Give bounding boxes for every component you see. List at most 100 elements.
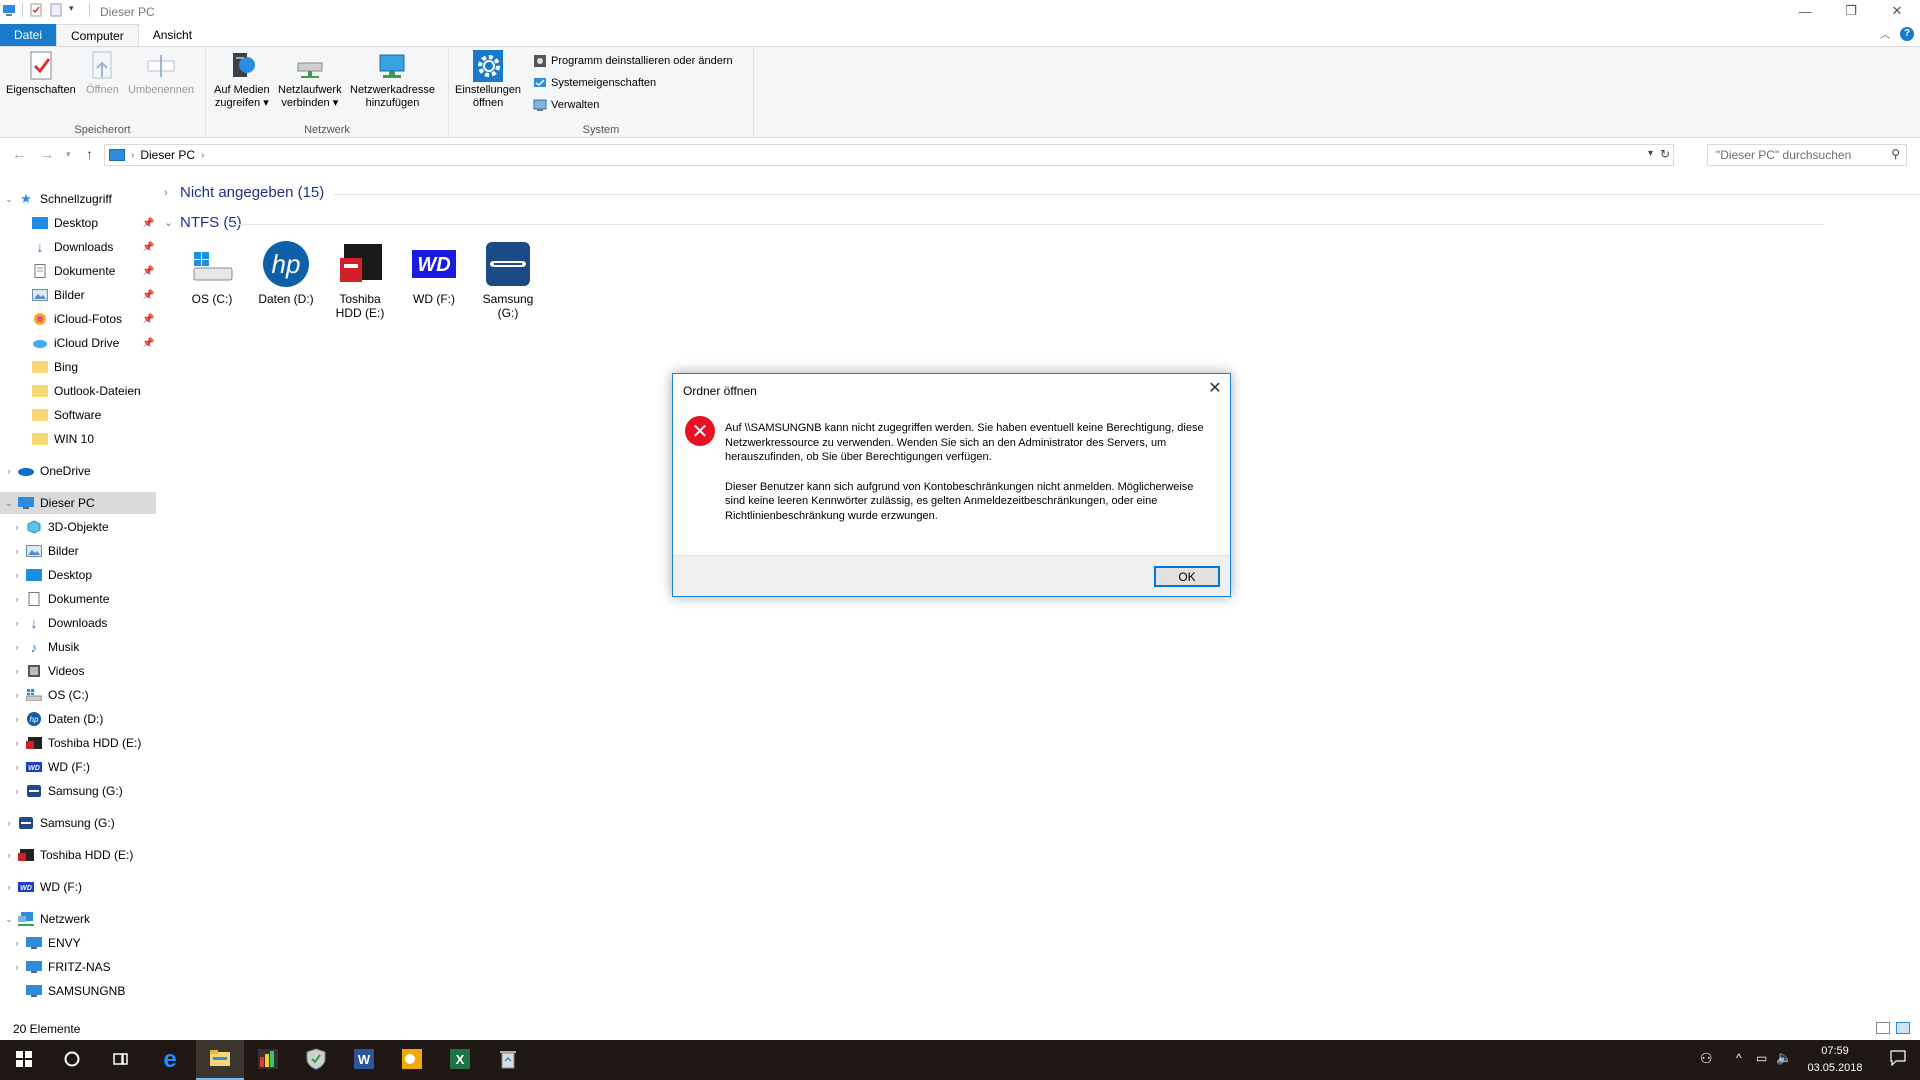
nav-onedrive[interactable]: › OneDrive bbox=[4, 460, 91, 482]
pin-icon[interactable]: 📌 bbox=[142, 338, 154, 349]
search-input[interactable]: "Dieser PC" durchsuchen ⚲ bbox=[1707, 144, 1907, 166]
collapsed-chevron-icon[interactable]: › bbox=[12, 522, 22, 532]
nav-item-fritz-nas[interactable]: › FRITZ-NAS bbox=[12, 956, 111, 978]
nav-this-pc[interactable]: ⌄ Dieser PC bbox=[0, 492, 156, 514]
recycle-bin-button[interactable] bbox=[484, 1040, 532, 1080]
refresh-icon[interactable]: ↻ bbox=[1660, 147, 1670, 161]
tab-file[interactable]: Datei bbox=[0, 24, 57, 46]
collapsed-chevron-icon[interactable]: › bbox=[12, 786, 22, 796]
collapsed-chevron-icon[interactable]: › bbox=[12, 962, 22, 972]
ok-button[interactable]: OK bbox=[1154, 566, 1220, 587]
excel-button[interactable]: X bbox=[436, 1040, 484, 1080]
collapsed-chevron-icon[interactable]: › bbox=[12, 618, 22, 628]
nav-item-outlook-files[interactable]: Outlook-Dateien bbox=[32, 380, 141, 402]
properties-icon[interactable] bbox=[29, 3, 43, 17]
close-icon[interactable]: ✕ bbox=[1200, 374, 1230, 402]
nav-item-samsung-g[interactable]: › Samsung (G:) bbox=[12, 780, 123, 802]
nav-item-os-c[interactable]: › OS (C:) bbox=[12, 684, 89, 706]
address-bar[interactable]: › Dieser PC › ▾ ↻ bbox=[104, 144, 1674, 166]
pin-icon[interactable]: 📌 bbox=[142, 290, 154, 301]
word-button[interactable]: W bbox=[340, 1040, 388, 1080]
collapsed-chevron-icon[interactable]: › bbox=[12, 690, 22, 700]
chevron-up-icon[interactable]: ^ bbox=[1736, 1051, 1742, 1065]
nav-toshiba-e[interactable]: › Toshiba HDD (E:) bbox=[4, 844, 134, 866]
rename-button[interactable]: Umbenennen bbox=[128, 51, 194, 97]
drive-wd-f[interactable]: WD WD (F:) bbox=[402, 240, 466, 306]
group-header-ntfs[interactable]: ⌄ NTFS (5) bbox=[164, 214, 1824, 231]
nav-quick-access[interactable]: ⌄ ★ Schnellzugriff bbox=[4, 188, 112, 210]
collapsed-chevron-icon[interactable]: › bbox=[4, 818, 14, 828]
collapsed-chevron-icon[interactable]: › bbox=[12, 642, 22, 652]
volume-icon[interactable]: 🔈 bbox=[1776, 1050, 1792, 1066]
nav-wd-f[interactable]: › WD WD (F:) bbox=[4, 876, 82, 898]
new-folder-icon[interactable] bbox=[49, 3, 63, 17]
collapsed-chevron-icon[interactable]: › bbox=[12, 546, 22, 556]
restore-button[interactable]: ❐ bbox=[1828, 0, 1874, 22]
pin-icon[interactable]: 📌 bbox=[142, 218, 154, 229]
minimize-button[interactable]: — bbox=[1782, 0, 1828, 22]
tab-computer[interactable]: Computer bbox=[56, 24, 139, 46]
nav-item-pictures-pc[interactable]: › Bilder bbox=[12, 540, 79, 562]
expanded-chevron-icon[interactable]: ⌄ bbox=[4, 498, 14, 509]
collapsed-chevron-icon[interactable]: › bbox=[12, 738, 22, 748]
address-dropdown-icon[interactable]: ▾ bbox=[1648, 148, 1653, 159]
open-settings-button[interactable]: Einstellungen öffnen bbox=[455, 50, 521, 110]
outlook-button[interactable] bbox=[388, 1040, 436, 1080]
nav-item-software[interactable]: Software bbox=[32, 404, 101, 426]
drive-toshiba-e[interactable]: Toshiba HDD (E:) bbox=[328, 240, 392, 320]
nav-item-pictures[interactable]: Bilder bbox=[32, 284, 85, 306]
back-arrow-icon[interactable]: ← bbox=[12, 146, 26, 162]
group-header-unspecified[interactable]: › Nicht angegeben (15) bbox=[164, 184, 1920, 201]
file-explorer-button[interactable] bbox=[196, 1040, 244, 1080]
pin-icon[interactable]: 📌 bbox=[142, 242, 154, 253]
nav-item-icloud-photos[interactable]: iCloud-Fotos bbox=[32, 308, 122, 330]
nav-samsung-g[interactable]: › Samsung (G:) bbox=[4, 812, 115, 834]
people-icon[interactable]: ⚇ bbox=[1700, 1050, 1713, 1067]
pin-icon[interactable]: 📌 bbox=[142, 314, 154, 325]
nav-network[interactable]: ⌄ Netzwerk bbox=[4, 908, 90, 930]
forward-arrow-icon[interactable]: → bbox=[40, 146, 54, 162]
nav-item-documents[interactable]: Dokumente bbox=[32, 260, 115, 282]
collapsed-chevron-icon[interactable]: › bbox=[12, 938, 22, 948]
nav-item-envy[interactable]: › ENVY bbox=[12, 932, 81, 954]
collapsed-chevron-icon[interactable]: › bbox=[12, 714, 22, 724]
system-properties-button[interactable]: Systemeigenschaften bbox=[533, 76, 656, 90]
nav-item-downloads-pc[interactable]: › ↓ Downloads bbox=[12, 612, 108, 634]
large-icons-view-button[interactable] bbox=[1896, 1022, 1910, 1034]
app-button[interactable] bbox=[244, 1040, 292, 1080]
cortana-button[interactable] bbox=[48, 1040, 96, 1080]
details-view-button[interactable] bbox=[1876, 1022, 1890, 1034]
up-arrow-icon[interactable]: ↑ bbox=[86, 146, 93, 162]
nav-item-desktop-pc[interactable]: › Desktop bbox=[12, 564, 93, 586]
drive-data-d[interactable]: hp Daten (D:) bbox=[254, 240, 318, 306]
drive-os-c[interactable]: OS (C:) bbox=[180, 240, 244, 306]
nav-item-desktop[interactable]: Desktop bbox=[32, 212, 98, 234]
collapsed-chevron-icon[interactable]: › bbox=[12, 762, 22, 772]
collapsed-chevron-icon[interactable]: › bbox=[4, 850, 14, 860]
expanded-chevron-icon[interactable]: ⌄ bbox=[4, 194, 14, 205]
drive-samsung-g[interactable]: Samsung (G:) bbox=[476, 240, 540, 320]
nav-item-samsungnb[interactable]: SAMSUNGNB bbox=[26, 980, 125, 1002]
nav-item-data-d[interactable]: › hp Daten (D:) bbox=[12, 708, 103, 730]
manage-button[interactable]: Verwalten bbox=[533, 98, 599, 112]
nav-item-bing[interactable]: Bing bbox=[32, 356, 78, 378]
action-center-icon[interactable] bbox=[1890, 1050, 1906, 1069]
nav-item-icloud-drive[interactable]: iCloud Drive bbox=[32, 332, 119, 354]
pin-icon[interactable]: 📌 bbox=[142, 266, 154, 277]
nav-item-toshiba-e[interactable]: › Toshiba HDD (E:) bbox=[12, 732, 142, 754]
properties-button[interactable]: Eigenschaften bbox=[6, 51, 76, 97]
collapsed-chevron-icon[interactable]: › bbox=[4, 882, 14, 892]
expanded-chevron-icon[interactable]: ⌄ bbox=[4, 914, 14, 925]
expanded-chevron-icon[interactable]: ⌄ bbox=[164, 216, 174, 229]
help-icon[interactable]: ? bbox=[1900, 26, 1914, 41]
security-app-button[interactable] bbox=[292, 1040, 340, 1080]
network-status-icon[interactable]: ▭ bbox=[1756, 1051, 1767, 1065]
breadcrumb[interactable]: Dieser PC bbox=[140, 148, 195, 162]
uninstall-program-button[interactable]: Programm deinstallieren oder ändern bbox=[533, 54, 733, 68]
edge-button[interactable]: e bbox=[146, 1040, 194, 1080]
collapsed-chevron-icon[interactable]: › bbox=[164, 187, 174, 199]
collapsed-chevron-icon[interactable]: › bbox=[12, 594, 22, 604]
nav-item-wd-f[interactable]: › WD WD (F:) bbox=[12, 756, 90, 778]
collapsed-chevron-icon[interactable]: › bbox=[12, 666, 22, 676]
close-button[interactable]: ✕ bbox=[1874, 0, 1920, 22]
